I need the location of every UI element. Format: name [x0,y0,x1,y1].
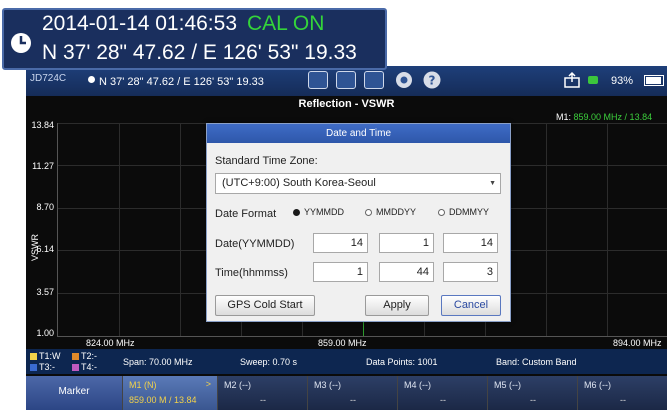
band-info: Band: Custom Band [496,357,577,367]
date-day-field[interactable]: 14 [443,233,498,253]
cancel-button[interactable]: Cancel [441,295,501,316]
format-radio-mmddyy[interactable]: MMDDYY [365,207,416,217]
settings-icon[interactable] [394,70,414,90]
x-tick: 824.00 MHz [86,338,135,348]
clock-icon [11,33,31,53]
m4-softkey[interactable]: M4 (--) -- [397,376,487,410]
help-icon[interactable]: ? [422,70,442,90]
format-radio-ddmmyy[interactable]: DDMMYY [438,207,489,217]
timezone-select[interactable]: (UTC+9:00) South Korea-Seoul ▼ [215,173,501,194]
gps-time-callout: 2014-01-14 01:46:53 CAL ON N 37' 28" 47.6… [2,8,387,70]
chevron-down-icon: ▼ [489,180,496,187]
callout-datetime: 2014-01-14 01:46:53 [42,12,237,35]
m1-softkey[interactable]: M1 (N) > 859.00 M / 13.84 [122,376,217,410]
date-year-field[interactable]: 14 [313,233,368,253]
status-bar: JD724C N 37' 28" 47.62 / E 126' 53" 19.3… [26,66,667,96]
gps-satellite-icon [588,76,598,84]
grid-line [180,123,181,336]
y-tick: 1.00 [36,328,54,338]
data-points-info: Data Points: 1001 [366,357,438,367]
measurement-title: Reflection - VSWR [298,98,395,110]
gps-dot-icon [88,76,95,83]
time-label: Time(hhmmss) [215,267,288,279]
mode-button-1[interactable] [308,71,328,89]
mode-button-2[interactable] [336,71,356,89]
battery-level: 93% [611,75,634,87]
m5-softkey[interactable]: M5 (--) -- [487,376,577,410]
y-tick: 6.14 [36,244,54,254]
y-tick: 11.27 [32,161,54,171]
dialog-title: Date and Time [207,124,510,143]
date-label: Date(YYMMDD) [215,238,295,250]
grid-line [607,123,608,336]
grid-line [546,123,547,336]
m2-softkey[interactable]: M2 (--) -- [217,376,307,410]
x-tick: 859.00 MHz [318,338,367,348]
callout-coordinates: N 37' 28" 47.62 / E 126' 53" 19.33 [42,41,357,64]
export-icon[interactable] [562,70,582,90]
date-format-label: Date Format [215,208,277,220]
svg-text:?: ? [429,74,436,88]
format-radio-yymmdd[interactable]: YYMMDD [293,207,344,217]
date-time-dialog: Date and Time Standard Time Zone: (UTC+9… [206,123,511,322]
y-tick: 13.84 [31,120,54,130]
trace-3-legend[interactable]: T3:- [30,362,55,372]
trace-1-legend[interactable]: T1:W [30,351,61,361]
trace-4-legend[interactable]: T4:- [72,362,97,372]
softkey-bar: Marker M1 (N) > 859.00 M / 13.84 M2 (--)… [26,376,667,410]
cal-status: CAL ON [247,12,325,35]
m3-softkey[interactable]: M3 (--) -- [307,376,397,410]
radio-icon [438,209,445,216]
time-second-field[interactable]: 3 [443,262,498,282]
battery-icon [644,75,664,86]
grid-line [119,123,120,336]
radio-selected-icon [293,209,300,216]
time-minute-field[interactable]: 44 [379,262,434,282]
marker-softkey[interactable]: Marker [26,376,122,410]
date-month-field[interactable]: 1 [379,233,434,253]
y-tick: 8.70 [36,202,54,212]
y-tick: 3.57 [36,287,54,297]
m6-softkey[interactable]: M6 (--) -- [577,376,667,410]
x-tick: 894.00 MHz [613,338,662,348]
device-tag: JD724C [30,73,67,84]
time-hour-field[interactable]: 1 [313,262,368,282]
radio-icon [365,209,372,216]
sweep-info: Sweep: 0.70 s [240,357,298,367]
span-info: Span: 70.00 MHz [123,357,193,367]
timezone-label: Standard Time Zone: [215,155,318,167]
status-coordinates: N 37' 28" 47.62 / E 126' 53" 19.33 [99,76,264,88]
trace-2-legend[interactable]: T2:- [72,351,97,361]
mode-button-3[interactable] [364,71,384,89]
gps-cold-start-button[interactable]: GPS Cold Start [215,295,315,316]
m1-arrow: > [205,379,211,389]
apply-button[interactable]: Apply [365,295,429,316]
marker-readout: M1: 859.00 MHz / 13.84 [556,112,653,122]
trace-info-bar: T1:W T2:- T3:- T4:- Span: 70.00 MHz Swee… [26,349,667,374]
